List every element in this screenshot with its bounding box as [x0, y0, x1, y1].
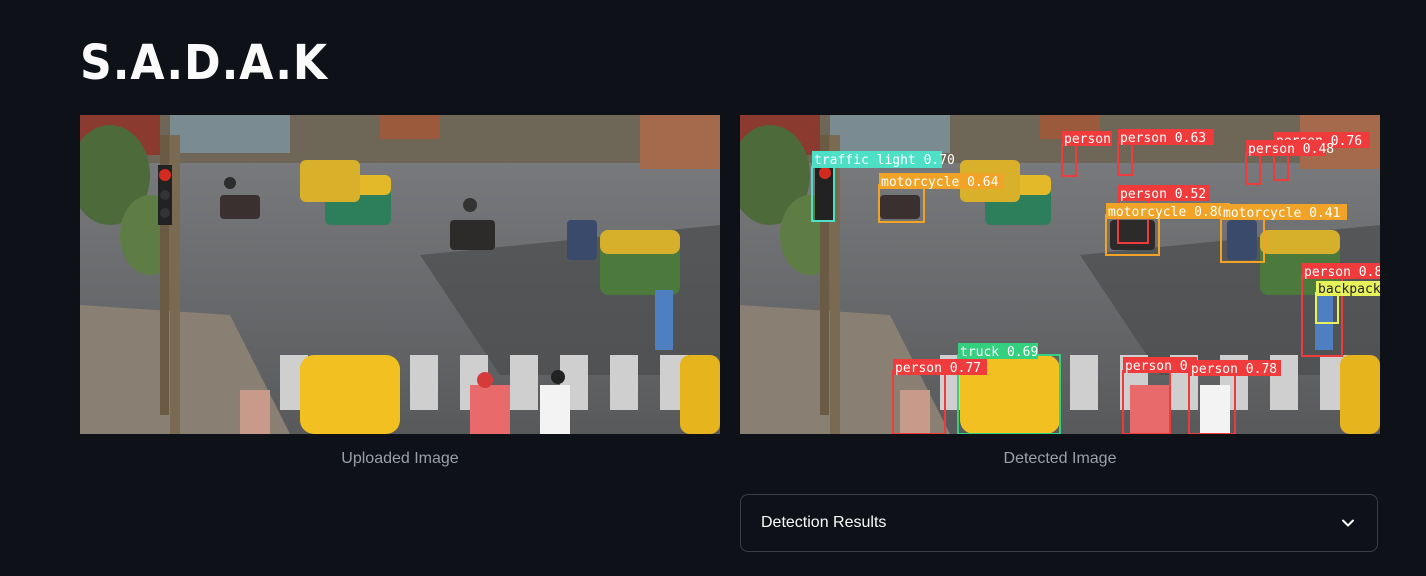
detection-results-label: Detection Results: [761, 514, 887, 531]
page-title: S.A.D.A.K: [80, 35, 329, 91]
detection-label: person 0.: [1125, 359, 1195, 374]
detection-label: motorcycle 0.64: [881, 175, 999, 190]
detection-results-expander[interactable]: Detection Results: [740, 494, 1378, 552]
detection-label: truck 0.69: [960, 345, 1038, 360]
uploaded-image: [80, 115, 720, 434]
detected-image-block: traffic light 0.70 motorcycle 0.64 perso…: [740, 115, 1380, 468]
app-root: S.A.D.A.K Uploaded Image traffic light 0…: [0, 0, 1426, 576]
detection-label: person 0.52: [1120, 187, 1206, 202]
detected-image-caption: Detected Image: [1003, 450, 1117, 467]
detection-label: person 0.78: [1191, 362, 1277, 377]
detection-label: traffic light 0.70: [814, 153, 955, 168]
detection-label: backpack: [1318, 282, 1380, 297]
detection-label: person 0.48: [1248, 142, 1334, 157]
detection-label: motorcycle 0.41: [1223, 206, 1340, 221]
detection-label: motorcycle 0.80: [1108, 205, 1225, 220]
detection-label: person: [1064, 132, 1111, 147]
uploaded-image-caption: Uploaded Image: [341, 450, 459, 467]
chevron-down-icon: [1342, 519, 1354, 527]
uploaded-image-block: Uploaded Image: [80, 115, 720, 468]
detection-label: person 0.8: [1304, 265, 1380, 280]
detection-label: person 0.63: [1120, 131, 1206, 146]
detected-image: traffic light 0.70 motorcycle 0.64 perso…: [740, 115, 1380, 434]
detection-label: person 0.77: [895, 361, 981, 376]
